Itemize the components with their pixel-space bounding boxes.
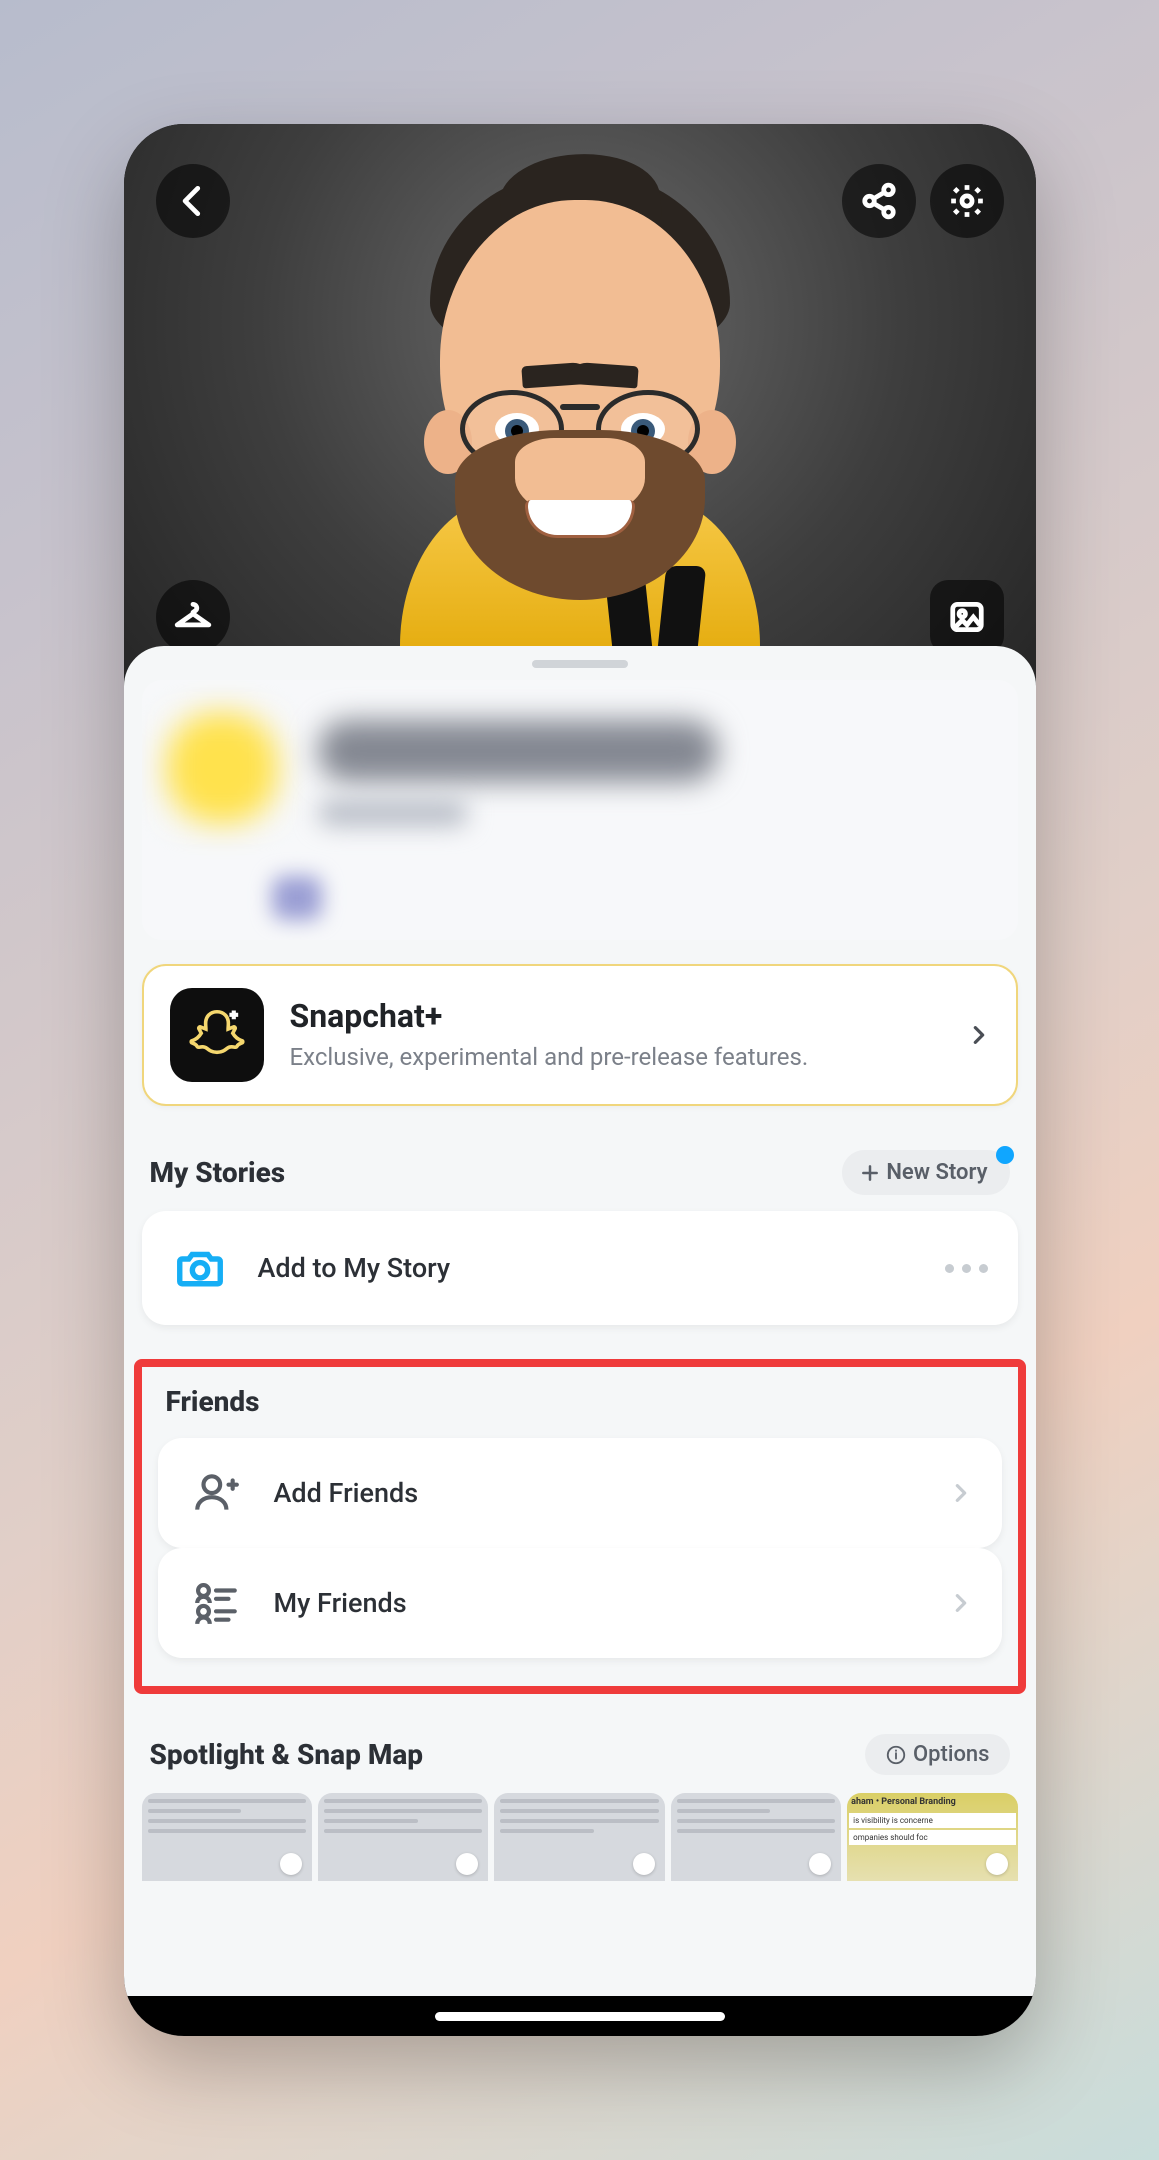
friends-highlight: Friends Add Friends (134, 1359, 1026, 1694)
add-friend-icon (188, 1468, 244, 1518)
device-frame: Snapchat+ Exclusive, experimental and pr… (124, 124, 1036, 2036)
chevron-right-icon (950, 1476, 972, 1510)
profile-info-redacted (142, 680, 1018, 940)
image-icon (948, 598, 986, 636)
my-friends-button[interactable]: My Friends (158, 1548, 1002, 1658)
spotlight-title: Spotlight & Snap Map (150, 1738, 424, 1771)
outfit-button[interactable] (156, 580, 230, 654)
thumb-heading: aham • Personal Branding (847, 1793, 1017, 1811)
chevron-right-icon (950, 1586, 972, 1620)
my-stories-header: My Stories New Story (150, 1150, 1010, 1195)
my-stories-title: My Stories (150, 1156, 286, 1189)
profile-hero (124, 124, 1036, 684)
my-friends-label: My Friends (274, 1587, 920, 1619)
home-indicator[interactable] (435, 2012, 725, 2021)
options-button[interactable]: Options (865, 1734, 1010, 1775)
profile-sheet: Snapchat+ Exclusive, experimental and pr… (124, 646, 1036, 2036)
spotlight-thumb[interactable]: aham • Personal Branding is visibility i… (847, 1793, 1017, 1881)
chevron-right-icon (968, 1018, 990, 1052)
add-friends-label: Add Friends (274, 1477, 920, 1509)
add-friends-button[interactable]: Add Friends (158, 1438, 1002, 1548)
bitmoji-avatar[interactable] (360, 130, 800, 690)
friends-list-icon (188, 1578, 244, 1628)
hanger-icon (174, 598, 212, 636)
spotlight-thumb[interactable] (318, 1793, 488, 1881)
more-icon[interactable] (945, 1264, 988, 1273)
info-icon (885, 1744, 907, 1766)
notification-dot (996, 1146, 1014, 1164)
bottom-bar (124, 1996, 1036, 2036)
thumb-text: ompanies should foc (849, 1830, 1015, 1845)
new-story-button[interactable]: New Story (842, 1150, 1009, 1195)
spotlight-thumb[interactable] (494, 1793, 664, 1881)
spotlight-header: Spotlight & Snap Map Options (150, 1734, 1010, 1775)
sheet-grabber[interactable] (532, 660, 628, 668)
share-button[interactable] (842, 164, 916, 238)
add-to-my-story-button[interactable]: Add to My Story (142, 1211, 1018, 1325)
options-label: Options (913, 1742, 990, 1767)
plus-icon (860, 1163, 880, 1183)
friends-header: Friends (166, 1385, 994, 1418)
back-button[interactable] (156, 164, 230, 238)
snapchat-plus-title: Snapchat+ (290, 997, 942, 1035)
add-to-my-story-label: Add to My Story (258, 1252, 915, 1284)
spotlight-thumbnails: aham • Personal Branding is visibility i… (142, 1793, 1018, 1881)
background-button[interactable] (930, 580, 1004, 654)
camera-icon (172, 1241, 228, 1295)
friends-title: Friends (166, 1385, 260, 1418)
spotlight-thumb[interactable] (671, 1793, 841, 1881)
settings-button[interactable] (930, 164, 1004, 238)
snapchat-plus-subtitle: Exclusive, experimental and pre-release … (290, 1041, 942, 1073)
gear-icon (948, 182, 986, 220)
snapchat-plus-icon (170, 988, 264, 1082)
thumb-text: is visibility is concerne (849, 1813, 1015, 1828)
share-icon (860, 182, 898, 220)
spotlight-thumb[interactable] (142, 1793, 312, 1881)
snapchat-plus-card[interactable]: Snapchat+ Exclusive, experimental and pr… (142, 964, 1018, 1106)
chevron-left-icon (174, 182, 212, 220)
new-story-label: New Story (886, 1160, 987, 1185)
